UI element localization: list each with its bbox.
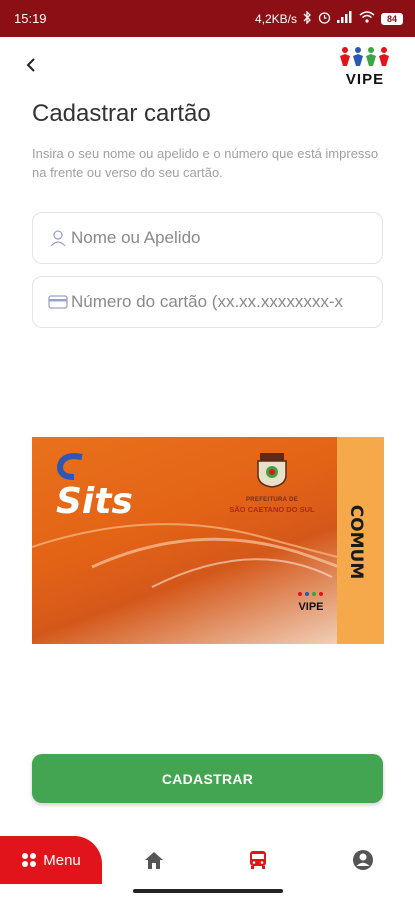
network-speed: 4,2KB/s	[254, 11, 297, 26]
card-type-label: COMUM	[346, 504, 366, 580]
alarm-icon	[318, 11, 331, 27]
status-icons: 4,2KB/s 84	[254, 9, 403, 27]
chevron-left-icon	[26, 58, 35, 72]
home-icon	[145, 852, 163, 869]
user-icon	[47, 227, 69, 249]
back-button[interactable]	[18, 52, 44, 78]
logo-text: VIPE	[345, 71, 385, 88]
city-crest-icon	[257, 453, 287, 488]
nav-bus[interactable]	[246, 848, 270, 872]
page-subtitle: Insira o seu nome ou apelido e o número …	[32, 146, 379, 180]
gesture-home-bar[interactable]	[133, 889, 283, 893]
credit-card-icon	[47, 291, 69, 313]
status-time: 15:19	[14, 11, 47, 26]
page-title: Cadastrar cartão	[32, 100, 211, 127]
menu-button[interactable]: Menu	[0, 836, 102, 884]
status-bar: 15:19 4,2KB/s 84	[0, 0, 415, 37]
people-logo-icon	[340, 47, 389, 66]
nav-account[interactable]	[351, 848, 375, 872]
card-vipe-label: VIPE	[298, 601, 324, 613]
name-field[interactable]	[32, 212, 383, 264]
cadastrar-button[interactable]: CADASTRAR	[32, 754, 383, 803]
bluetooth-icon	[303, 9, 312, 27]
prefeitura-label: PREFEITURA DE	[245, 497, 298, 503]
battery-icon: 84	[381, 12, 403, 25]
card-number-field[interactable]	[32, 276, 383, 328]
nav-home[interactable]	[142, 848, 166, 872]
card-illustration: Sits PREFEITURA DE SÃO CAETANO DO SUL CO…	[32, 437, 384, 644]
bottom-navigation: Menu	[0, 836, 415, 884]
vipe-logo: VIPE	[337, 46, 393, 88]
name-input[interactable]	[71, 228, 371, 248]
grid-icon	[22, 853, 37, 867]
city-label: SÃO CAETANO DO SUL	[229, 505, 315, 514]
card-number-input[interactable]	[71, 292, 371, 312]
vipe-mini-icon	[298, 592, 323, 596]
sits-brand: Sits	[56, 481, 133, 522]
signal-icon	[337, 11, 353, 26]
wifi-icon	[359, 11, 375, 26]
menu-label: Menu	[43, 851, 81, 869]
account-icon	[353, 850, 373, 870]
bus-icon	[250, 851, 266, 869]
